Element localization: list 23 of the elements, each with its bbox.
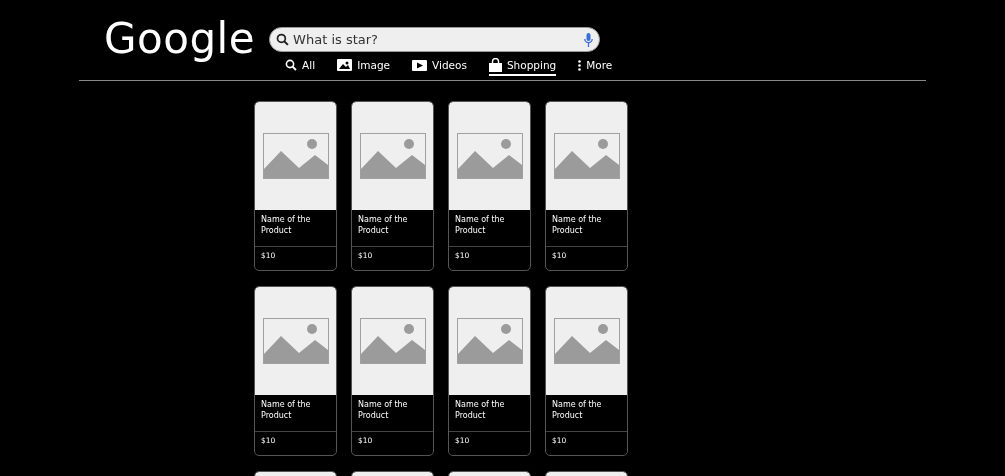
- product-name: Name of the Product: [449, 210, 530, 247]
- product-name: Name of the Product: [546, 210, 627, 247]
- product-name: Name of the Product: [255, 210, 336, 247]
- tab[interactable]: All: [285, 59, 316, 75]
- more-icon: [578, 59, 582, 71]
- product-name: Name of the Product: [255, 395, 336, 432]
- search-icon: [276, 33, 290, 46]
- tab[interactable]: Shopping: [488, 58, 557, 76]
- product-name: Name of the Product: [546, 395, 627, 432]
- logo: Google: [104, 14, 256, 64]
- product-name: Name of the Product: [352, 395, 433, 432]
- bag-icon: [488, 58, 502, 72]
- tab[interactable]: Image: [337, 59, 391, 75]
- tab[interactable]: Videos: [412, 59, 467, 75]
- search-icon: [285, 59, 298, 71]
- search-input[interactable]: What is star?: [293, 32, 581, 47]
- image-icon: [337, 59, 353, 71]
- product-name: Name of the Product: [449, 395, 530, 432]
- product-name: Name of the Product: [352, 210, 433, 247]
- tab[interactable]: More: [578, 59, 613, 75]
- play-icon: [412, 59, 428, 71]
- search-bar[interactable]: What is star?: [269, 27, 601, 52]
- microphone-icon[interactable]: [584, 32, 594, 47]
